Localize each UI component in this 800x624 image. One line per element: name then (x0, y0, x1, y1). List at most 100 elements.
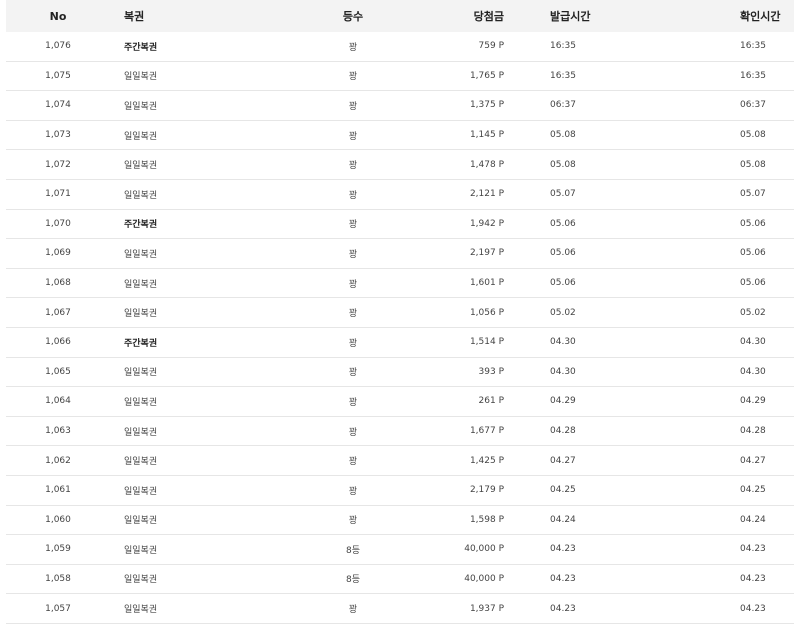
table-row: 1,068 일일복권 꽝 1,601 P 05.06 05.06 (6, 268, 794, 299)
cell-no: 1,069 (6, 238, 110, 269)
cell-checked-time: 06:37 (680, 90, 794, 121)
table-row: 1,060 일일복권 꽝 1,598 P 04.24 04.24 (6, 505, 794, 536)
cell-no: 1,066 (6, 327, 110, 358)
cell-rank: 8등 (294, 534, 412, 565)
cell-checked-time: 05.06 (680, 238, 794, 269)
cell-checked-time: 05.08 (680, 149, 794, 180)
cell-prize: 40,000 P (412, 564, 506, 595)
cell-rank: 꽝 (294, 32, 412, 62)
cell-prize: 1,942 P (412, 209, 506, 240)
cell-issued-time: 05.07 (506, 179, 680, 210)
cell-checked-time: 04.23 (680, 564, 794, 595)
cell-prize: 1,375 P (412, 90, 506, 121)
cell-rank: 꽝 (294, 475, 412, 506)
cell-rank: 꽝 (294, 357, 412, 388)
cell-lottery: 일일복권 (110, 357, 294, 388)
cell-checked-time: 05.06 (680, 209, 794, 240)
cell-lottery: 일일복권 (110, 61, 294, 92)
lottery-history-table-container: No 복권 등수 당첨금 발급시간 확인시간 1,076 주간복권 꽝 759 P 16… (6, 0, 794, 624)
cell-checked-time: 04.25 (680, 475, 794, 506)
cell-issued-time: 05.08 (506, 149, 680, 180)
cell-prize: 1,598 P (412, 505, 506, 536)
cell-lottery: 주간복권 (110, 209, 294, 240)
cell-issued-time: 04.27 (506, 445, 680, 476)
cell-lottery: 일일복권 (110, 149, 294, 180)
cell-no: 1,071 (6, 179, 110, 210)
cell-issued-time: 04.29 (506, 386, 680, 417)
cell-lottery: 일일복권 (110, 179, 294, 210)
cell-lottery: 일일복권 (110, 238, 294, 269)
table-row: 1,058 일일복권 8등 40,000 P 04.23 04.23 (6, 564, 794, 595)
cell-issued-time: 05.02 (506, 297, 680, 328)
cell-checked-time: 05.06 (680, 268, 794, 299)
cell-no: 1,074 (6, 90, 110, 121)
table-row: 1,063 일일복권 꽝 1,677 P 04.28 04.28 (6, 416, 794, 447)
header-issued-time: 발급시간 (550, 10, 591, 23)
cell-prize: 759 P (412, 32, 506, 62)
cell-rank: 꽝 (294, 238, 412, 269)
cell-lottery: 일일복권 (110, 268, 294, 299)
cell-issued-time: 16:35 (506, 61, 680, 92)
cell-no: 1,064 (6, 386, 110, 417)
table-row: 1,071 일일복권 꽝 2,121 P 05.07 05.07 (6, 179, 794, 210)
cell-prize: 2,197 P (412, 238, 506, 269)
header-row: No 복권 등수 당첨금 발급시간 확인시간 (6, 0, 794, 32)
header-lottery: 복권 (124, 10, 145, 23)
cell-rank: 꽝 (294, 120, 412, 151)
cell-issued-time: 16:35 (506, 32, 680, 62)
cell-checked-time: 04.27 (680, 445, 794, 476)
cell-rank: 꽝 (294, 90, 412, 121)
cell-lottery: 일일복권 (110, 416, 294, 447)
cell-checked-time: 05.07 (680, 179, 794, 210)
cell-checked-time: 16:35 (680, 61, 794, 92)
cell-rank: 꽝 (294, 327, 412, 358)
cell-rank: 꽝 (294, 505, 412, 536)
cell-prize: 2,179 P (412, 475, 506, 506)
cell-prize: 1,677 P (412, 416, 506, 447)
cell-no: 1,070 (6, 209, 110, 240)
cell-no: 1,076 (6, 32, 110, 62)
table-row: 1,062 일일복권 꽝 1,425 P 04.27 04.27 (6, 445, 794, 476)
table-row: 1,072 일일복권 꽝 1,478 P 05.08 05.08 (6, 149, 794, 180)
cell-issued-time: 04.30 (506, 327, 680, 358)
cell-checked-time: 04.30 (680, 327, 794, 358)
cell-lottery: 주간복권 (110, 327, 294, 358)
cell-no: 1,065 (6, 357, 110, 388)
lottery-history-table: No 복권 등수 당첨금 발급시간 확인시간 1,076 주간복권 꽝 759 P 16… (6, 0, 794, 624)
cell-lottery: 일일복권 (110, 90, 294, 121)
cell-prize: 393 P (412, 357, 506, 388)
cell-no: 1,068 (6, 268, 110, 299)
cell-issued-time: 04.28 (506, 416, 680, 447)
cell-no: 1,059 (6, 534, 110, 565)
cell-checked-time: 04.28 (680, 416, 794, 447)
header-rank: 등수 (342, 10, 364, 23)
table-row: 1,076 주간복권 꽝 759 P 16:35 16:35 (6, 32, 794, 62)
cell-rank: 꽝 (294, 445, 412, 476)
cell-lottery: 일일복권 (110, 475, 294, 506)
cell-no: 1,062 (6, 445, 110, 476)
cell-rank: 꽝 (294, 416, 412, 447)
cell-checked-time: 05.02 (680, 297, 794, 328)
cell-prize: 1,056 P (412, 297, 506, 328)
cell-rank: 꽝 (294, 386, 412, 417)
cell-no: 1,063 (6, 416, 110, 447)
cell-no: 1,060 (6, 505, 110, 536)
table-row: 1,069 일일복권 꽝 2,197 P 05.06 05.06 (6, 238, 794, 269)
cell-issued-time: 04.25 (506, 475, 680, 506)
table-body: 1,076 주간복권 꽝 759 P 16:35 16:35 1,075 일일복권 꽝 1,765… (6, 32, 794, 624)
table-row: 1,067 일일복권 꽝 1,056 P 05.02 05.02 (6, 297, 794, 328)
cell-rank: 꽝 (294, 297, 412, 328)
cell-issued-time: 05.08 (506, 120, 680, 151)
cell-checked-time: 04.30 (680, 357, 794, 388)
cell-issued-time: 04.23 (506, 564, 680, 595)
cell-rank: 꽝 (294, 61, 412, 92)
cell-rank: 꽝 (294, 149, 412, 180)
cell-checked-time: 04.23 (680, 534, 794, 565)
cell-no: 1,072 (6, 149, 110, 180)
table-row: 1,061 일일복권 꽝 2,179 P 04.25 04.25 (6, 475, 794, 506)
cell-issued-time: 05.06 (506, 268, 680, 299)
cell-prize: 40,000 P (412, 534, 506, 565)
cell-issued-time: 05.06 (506, 238, 680, 269)
table-row: 1,064 일일복권 꽝 261 P 04.29 04.29 (6, 386, 794, 417)
cell-checked-time: 05.08 (680, 120, 794, 151)
